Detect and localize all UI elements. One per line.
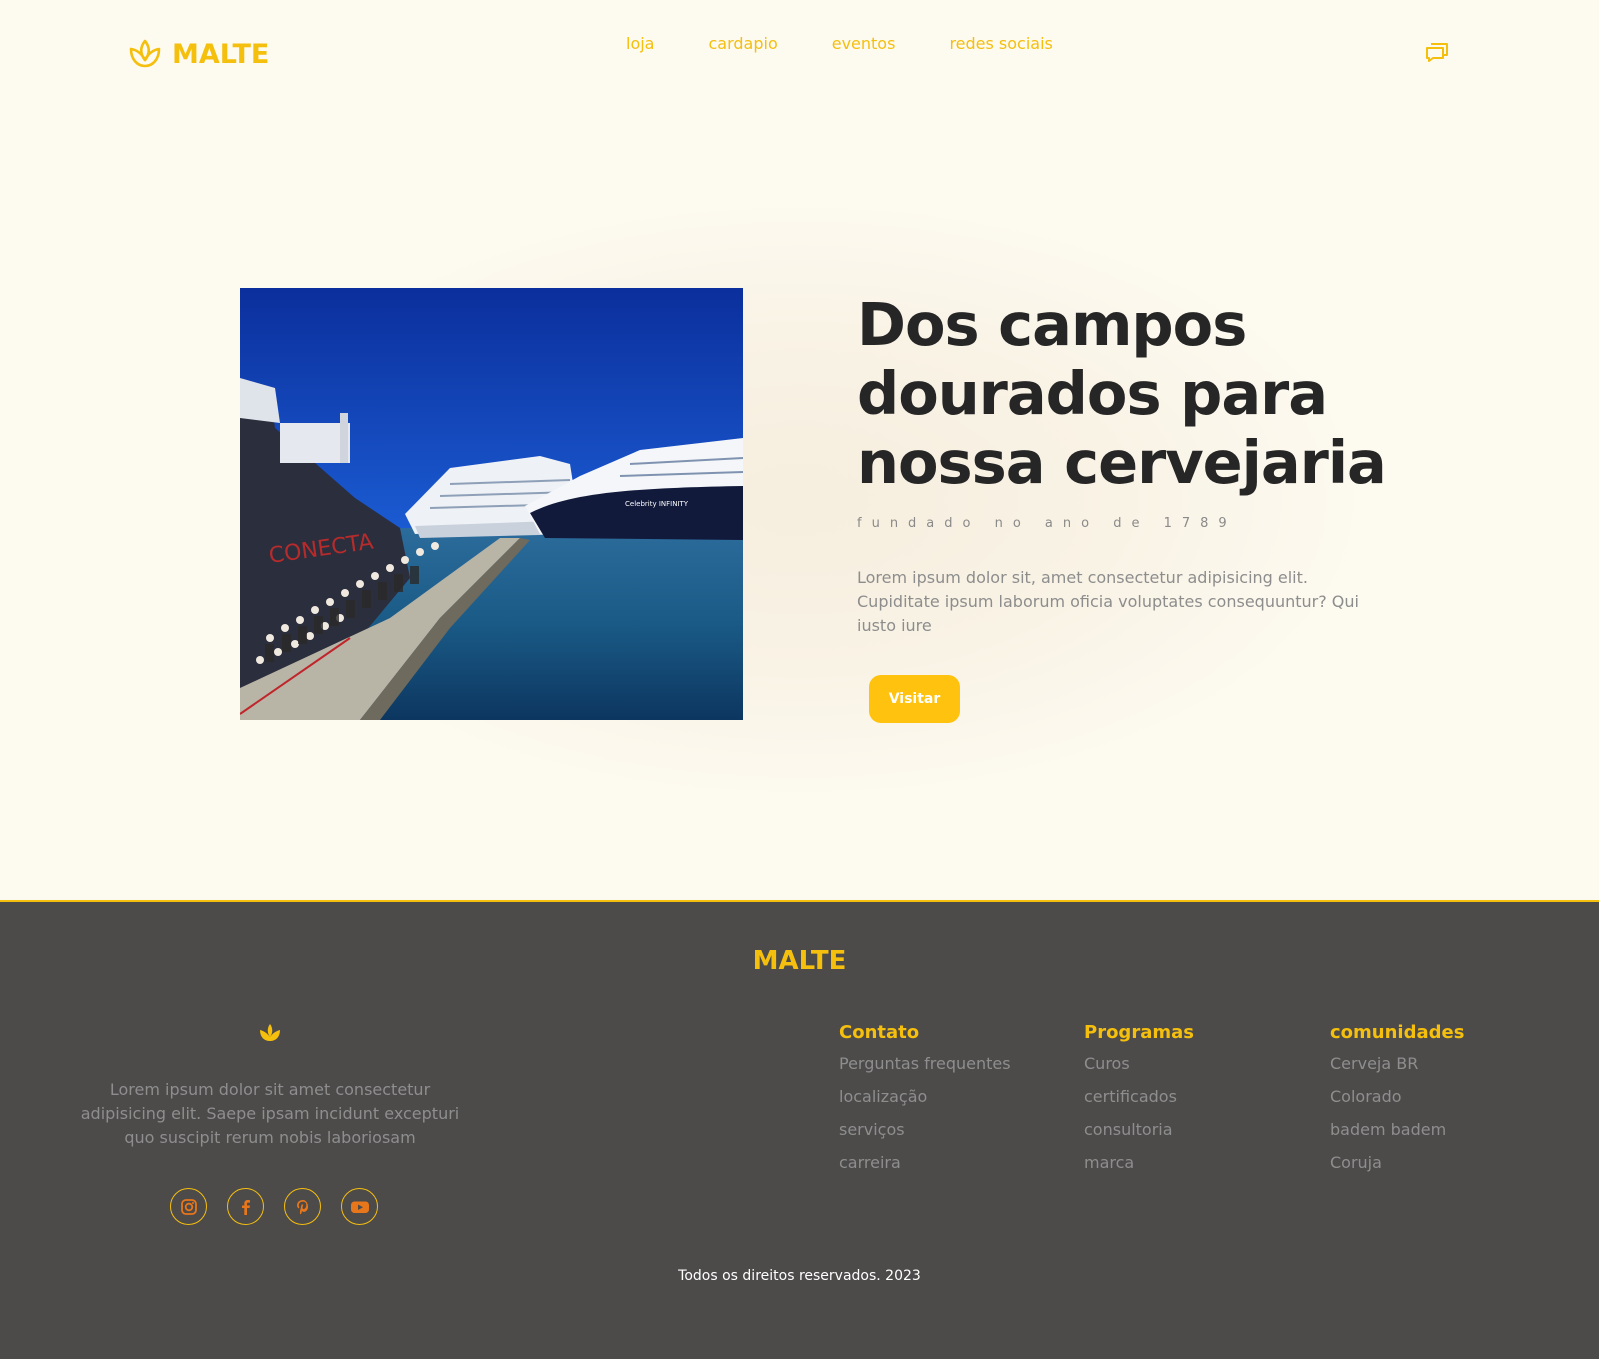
footer-link-localizacao[interactable]: localização <box>839 1086 1011 1119</box>
facebook-link[interactable] <box>227 1188 264 1225</box>
lotus-icon <box>260 1024 280 1041</box>
footer-column-title: Programas <box>1084 1022 1194 1043</box>
facebook-icon <box>241 1199 250 1215</box>
cruise-ships-at-pier-photo: Celebrity INFINITY CONECTA <box>240 288 743 720</box>
visit-button[interactable]: Visitar <box>869 675 960 723</box>
footer-column-comunidades: comunidades Cerveja BR Colorado badem ba… <box>1330 1022 1464 1185</box>
pinterest-link[interactable] <box>284 1188 321 1225</box>
footer-link-cerveja-br[interactable]: Cerveja BR <box>1330 1053 1464 1086</box>
lotus-icon <box>129 39 161 68</box>
brand-logo[interactable]: MALTE <box>128 36 269 72</box>
footer-link-coruja[interactable]: Coruja <box>1330 1152 1464 1185</box>
nav-link-loja[interactable]: loja <box>626 34 654 58</box>
pinterest-icon <box>296 1199 308 1214</box>
site-footer: MALTE Lorem ipsum dolor sit amet consect… <box>0 900 1599 1359</box>
footer-link-colorado[interactable]: Colorado <box>1330 1086 1464 1119</box>
footer-link-perguntas-frequentes[interactable]: Perguntas frequentes <box>839 1053 1011 1086</box>
footer-column-programas: Programas Curos certificados consultoria… <box>1084 1022 1194 1185</box>
main-nav: loja cardapio eventos redes sociais <box>626 34 1053 58</box>
chat-bubbles-icon[interactable] <box>1424 40 1450 64</box>
svg-text:Celebrity INFINITY: Celebrity INFINITY <box>625 500 689 508</box>
hero-image: Celebrity INFINITY CONECTA <box>240 288 743 720</box>
youtube-link[interactable] <box>341 1188 378 1225</box>
footer-column-contato: Contato Perguntas frequentes localização… <box>839 1022 1011 1185</box>
footer-link-marca[interactable]: marca <box>1084 1152 1194 1185</box>
social-links <box>170 1188 378 1226</box>
footer-link-curos[interactable]: Curos <box>1084 1053 1194 1086</box>
footer-column-title: Contato <box>839 1022 920 1043</box>
footer-link-consultoria[interactable]: consultoria <box>1084 1119 1194 1152</box>
copyright-text: Todos os direitos reservados. 2023 <box>678 1268 921 1284</box>
footer-column-title: comunidades <box>1330 1022 1465 1043</box>
footer-brand: MALTE <box>752 946 847 976</box>
footer-link-certificados[interactable]: certificados <box>1084 1086 1194 1119</box>
footer-link-servicos[interactable]: serviços <box>839 1119 1011 1152</box>
instagram-icon <box>180 1198 197 1215</box>
footer-link-carreira[interactable]: carreira <box>839 1152 1011 1185</box>
nav-link-redes-sociais[interactable]: redes sociais <box>949 34 1052 58</box>
youtube-icon <box>350 1201 369 1213</box>
hero-description: Lorem ipsum dolor sit, amet consectetur … <box>857 568 1359 635</box>
hero-subtitle: fundado no ano de 1789 <box>857 516 1237 531</box>
hero-title: Dos campos dourados para nossa cervejari… <box>857 290 1387 497</box>
site-header: MALTE loja cardapio eventos redes sociai… <box>0 0 1599 100</box>
footer-about-text: Lorem ipsum dolor sit amet consectetur a… <box>80 1080 460 1147</box>
brand-name: MALTE <box>172 38 270 70</box>
instagram-link[interactable] <box>170 1188 207 1225</box>
footer-link-badem-badem[interactable]: badem badem <box>1330 1119 1464 1152</box>
nav-link-eventos[interactable]: eventos <box>832 34 896 58</box>
nav-link-cardapio[interactable]: cardapio <box>708 34 777 58</box>
